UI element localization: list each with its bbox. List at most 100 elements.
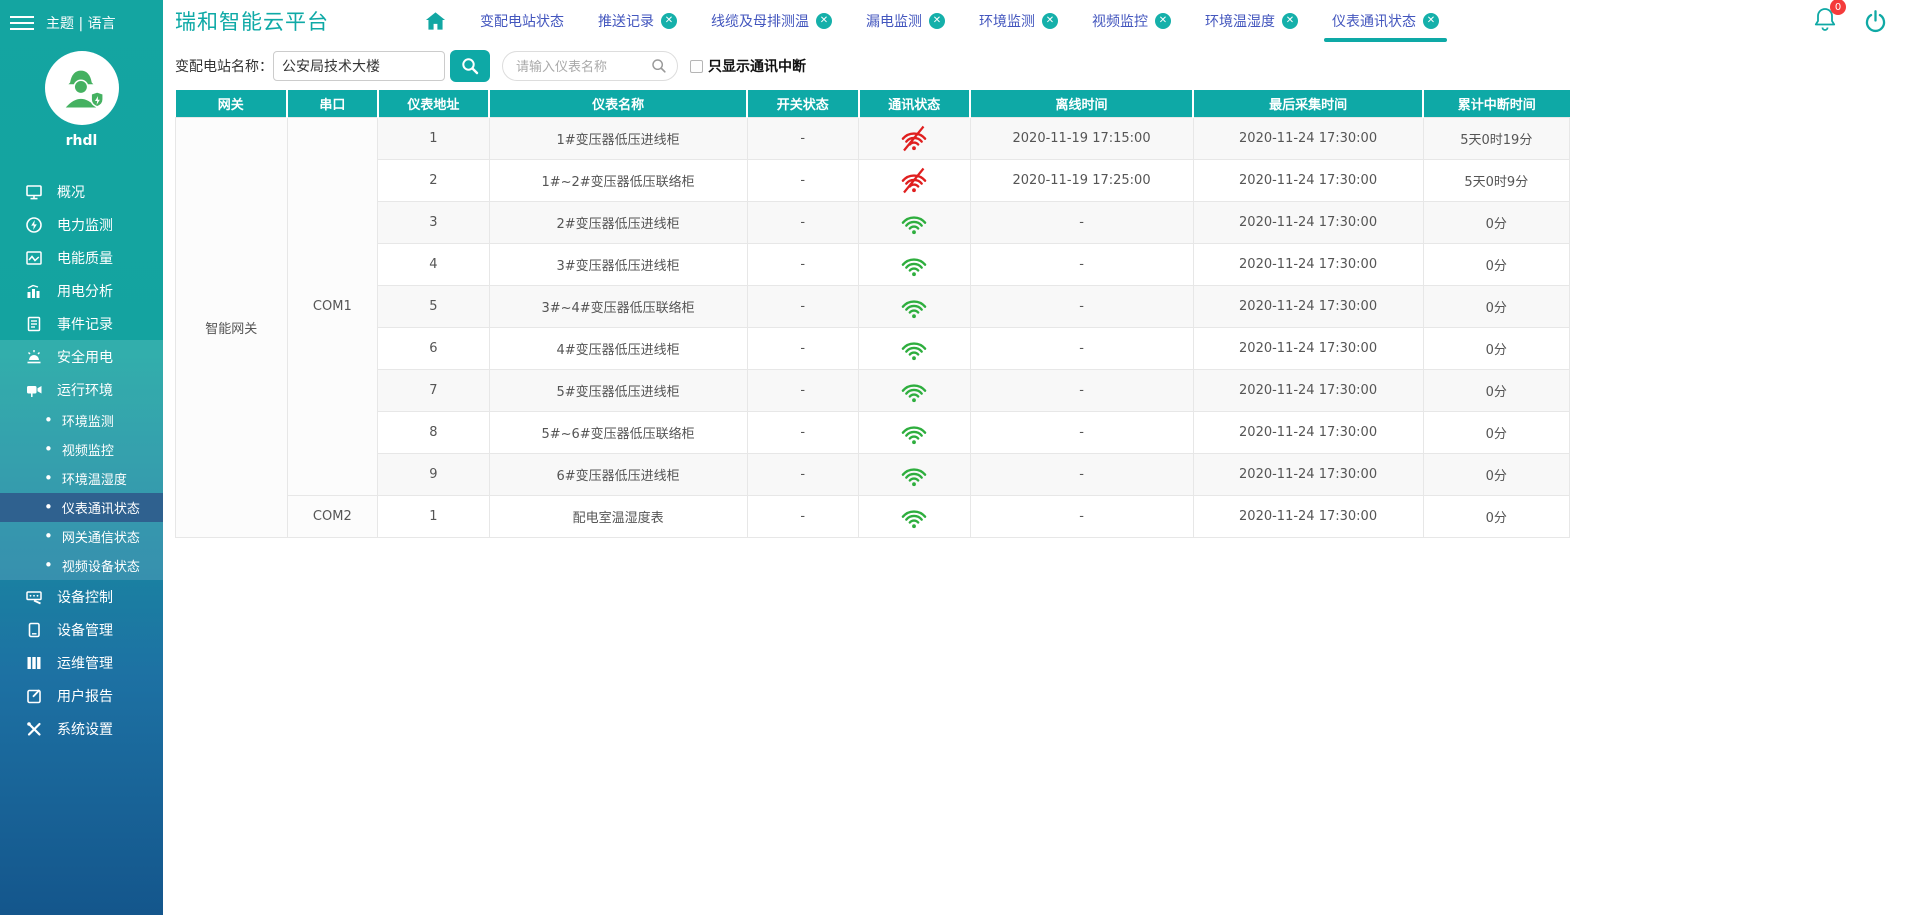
last-collect-time-cell: 2020-11-24 17:30:00 bbox=[1193, 243, 1423, 285]
tab-close-icon[interactable]: ✕ bbox=[661, 13, 677, 29]
hamburger-menu-icon[interactable] bbox=[10, 16, 34, 30]
sidebar-subitem-label: 视频设备状态 bbox=[62, 556, 140, 575]
sidebar-item-safe-power[interactable]: 安全用电 bbox=[0, 340, 163, 373]
table-row: 43#变压器低压进线柜--2020-11-24 17:30:000分 bbox=[176, 243, 1570, 285]
logout-power-icon[interactable] bbox=[1863, 9, 1888, 34]
sidebar-item-device-management[interactable]: 设备管理 bbox=[0, 613, 163, 646]
station-name-label: 变配电站名称： bbox=[175, 56, 273, 76]
sidebar-item-gateway-comm-status[interactable]: •网关通信状态 bbox=[0, 522, 163, 551]
sidebar-item-overview[interactable]: 概况 bbox=[0, 175, 163, 208]
tab-video-surveillance[interactable]: 视频监控✕ bbox=[1092, 0, 1171, 42]
sidebar-item-label: 安全用电 bbox=[57, 347, 113, 367]
notification-badge: 0 bbox=[1830, 0, 1846, 15]
column-header: 网关 bbox=[176, 90, 288, 117]
show-interrupted-only-checkbox[interactable]: 只显示通讯中断 bbox=[690, 56, 806, 76]
switch-state-cell: - bbox=[747, 117, 859, 159]
document-icon bbox=[24, 315, 44, 333]
search-button[interactable] bbox=[450, 50, 490, 82]
sidebar-item-video-surveillance[interactable]: •视频监控 bbox=[0, 435, 163, 464]
sidebar-item-event-log[interactable]: 事件记录 bbox=[0, 307, 163, 340]
last-collect-time-cell: 2020-11-24 17:30:00 bbox=[1193, 369, 1423, 411]
avatar[interactable] bbox=[45, 51, 119, 125]
comm-status-cell bbox=[859, 117, 971, 159]
switch-state-cell: - bbox=[747, 369, 859, 411]
sidebar-item-power-monitoring[interactable]: 电力监测 bbox=[0, 208, 163, 241]
sidebar-item-env-temp-humidity[interactable]: •环境温湿度 bbox=[0, 464, 163, 493]
bullet-icon: • bbox=[44, 471, 53, 486]
meter-name-cell: 3#~4#变压器低压联络柜 bbox=[489, 285, 747, 327]
tab-close-icon[interactable]: ✕ bbox=[1282, 13, 1298, 29]
serial-port-cell: COM2 bbox=[287, 495, 378, 537]
tab-close-icon[interactable]: ✕ bbox=[929, 13, 945, 29]
total-interrupt-cell: 0分 bbox=[1423, 243, 1569, 285]
offline-time-cell: - bbox=[970, 495, 1193, 537]
comm-status-cell bbox=[859, 411, 971, 453]
total-interrupt-cell: 0分 bbox=[1423, 327, 1569, 369]
tab-close-icon[interactable]: ✕ bbox=[1423, 13, 1439, 29]
home-tab[interactable] bbox=[425, 0, 446, 42]
column-header: 累计中断时间 bbox=[1423, 90, 1569, 117]
column-header: 离线时间 bbox=[970, 90, 1193, 117]
sidebar-item-usage-analysis[interactable]: 用电分析 bbox=[0, 274, 163, 307]
toolbar: 变配电站名称： 只显示通讯中断 bbox=[163, 42, 1910, 90]
cabinet-icon bbox=[24, 654, 44, 672]
total-interrupt-cell: 0分 bbox=[1423, 495, 1569, 537]
theme-language-toggle[interactable]: 主题 | 语言 bbox=[46, 13, 116, 33]
wifi-online-icon bbox=[899, 251, 929, 278]
offline-time-cell: - bbox=[970, 411, 1193, 453]
sidebar-item-label: 事件记录 bbox=[57, 314, 113, 334]
tab-leakage-monitoring[interactable]: 漏电监测✕ bbox=[866, 0, 945, 42]
comm-status-cell bbox=[859, 453, 971, 495]
table-row: 96#变压器低压进线柜--2020-11-24 17:30:000分 bbox=[176, 453, 1570, 495]
wifi-online-icon bbox=[899, 461, 929, 488]
serial-port-cell: COM1 bbox=[287, 117, 378, 495]
meter-name-cell: 5#~6#变压器低压联络柜 bbox=[489, 411, 747, 453]
sidebar-item-env-monitoring[interactable]: •环境监测 bbox=[0, 406, 163, 435]
tab-close-icon[interactable]: ✕ bbox=[1155, 13, 1171, 29]
sidebar-item-operating-env[interactable]: 运行环境 bbox=[0, 373, 163, 406]
table-row: COM21配电室温湿度表--2020-11-24 17:30:000分 bbox=[176, 495, 1570, 537]
power-circle-icon bbox=[24, 216, 44, 234]
bullet-icon: • bbox=[44, 500, 53, 515]
sidebar-item-meter-comm-status[interactable]: •仪表通讯状态 bbox=[0, 493, 163, 522]
meter-name-cell: 5#变压器低压进线柜 bbox=[489, 369, 747, 411]
switch-state-cell: - bbox=[747, 201, 859, 243]
tab-station-status[interactable]: 变配电站状态 bbox=[480, 0, 564, 42]
station-name-input[interactable] bbox=[273, 51, 445, 81]
sidebar-item-label: 电力监测 bbox=[57, 215, 113, 235]
sidebar-item-video-device-status[interactable]: •视频设备状态 bbox=[0, 551, 163, 580]
comm-status-cell bbox=[859, 159, 971, 201]
sidebar-item-system-settings[interactable]: 系统设置 bbox=[0, 712, 163, 745]
meter-address-cell: 1 bbox=[378, 495, 490, 537]
sidebar-item-user-report[interactable]: 用户报告 bbox=[0, 679, 163, 712]
tab-cable-busbar-temp[interactable]: 线缆及母排测温✕ bbox=[711, 0, 832, 42]
bullet-icon: • bbox=[44, 529, 53, 544]
sidebar-item-power-quality[interactable]: 电能质量 bbox=[0, 241, 163, 274]
table-row: 75#变压器低压进线柜--2020-11-24 17:30:000分 bbox=[176, 369, 1570, 411]
tab-env-temp-humidity[interactable]: 环境温湿度 ✕ bbox=[1205, 0, 1298, 42]
offline-time-cell: - bbox=[970, 201, 1193, 243]
tab-env-monitoring[interactable]: 环境监测✕ bbox=[979, 0, 1058, 42]
sidebar-item-label: 用电分析 bbox=[57, 281, 113, 301]
sidebar-subitem-label: 环境监测 bbox=[62, 411, 114, 430]
app-root: 主题 | 语言 rhdl 概况电力监测电能质量用电分析事件记录安全用电运行环境•… bbox=[0, 0, 1910, 915]
search-icon bbox=[650, 57, 668, 75]
tab-close-icon[interactable]: ✕ bbox=[1042, 13, 1058, 29]
meter-status-table: 网关串口仪表地址仪表名称开关状态通讯状态离线时间最后采集时间累计中断时间 智能网… bbox=[175, 90, 1570, 538]
sidebar-item-ops-management[interactable]: 运维管理 bbox=[0, 646, 163, 679]
checkbox-box[interactable] bbox=[690, 60, 703, 73]
sidebar-subitem-label: 视频监控 bbox=[62, 440, 114, 459]
sidebar-item-label: 设备控制 bbox=[57, 587, 113, 607]
tab-label: 环境温湿度 bbox=[1205, 11, 1275, 31]
tab-close-icon[interactable]: ✕ bbox=[816, 13, 832, 29]
tab-meter-comm-status[interactable]: 仪表通讯状态✕ bbox=[1332, 0, 1439, 42]
home-icon bbox=[425, 11, 446, 31]
top-bar: 瑞和智能云平台 变配电站状态推送记录✕线缆及母排测温✕漏电监测✕环境监测✕视频监… bbox=[163, 0, 1910, 42]
control-icon bbox=[24, 588, 44, 606]
sidebar-item-label: 系统设置 bbox=[57, 719, 113, 739]
sidebar-item-device-control[interactable]: 设备控制 bbox=[0, 580, 163, 613]
notification-bell-icon[interactable]: 0 bbox=[1813, 6, 1837, 36]
alarm-icon bbox=[24, 348, 44, 366]
tab-push-records[interactable]: 推送记录✕ bbox=[598, 0, 677, 42]
wifi-offline-icon bbox=[899, 167, 929, 194]
